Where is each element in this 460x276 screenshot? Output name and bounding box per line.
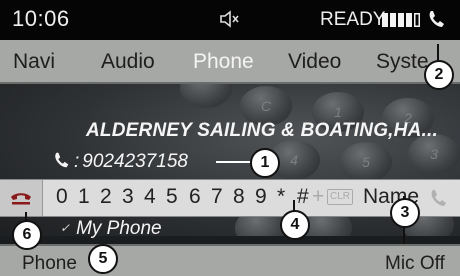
callout-leader-1	[216, 161, 250, 163]
phone-source-label: My Phone	[76, 218, 162, 239]
callout-1: 1	[250, 148, 280, 178]
callout-6: 6	[12, 220, 42, 250]
digit-key-5[interactable]: 5	[166, 185, 178, 209]
digit-key-plus[interactable]: +	[312, 185, 324, 209]
clock: 10:06	[12, 6, 70, 31]
phone-screen: 10:06 READY Navi Audio Phone Video Syste…	[0, 0, 460, 276]
digit-key-2[interactable]: 2	[100, 185, 112, 209]
contact-name: ALDERNEY SAILING & BOATING,HA...	[86, 120, 438, 141]
phone-handset-icon	[429, 11, 444, 27]
digit-key-7[interactable]: 7	[211, 185, 223, 209]
digit-key-3[interactable]: 3	[122, 185, 134, 209]
menu-item-video[interactable]: Video	[288, 50, 341, 74]
callout-2: 2	[424, 60, 454, 90]
signal-bar	[390, 13, 396, 27]
digit-key-6[interactable]: 6	[189, 185, 201, 209]
menu-item-navi[interactable]: Navi	[13, 50, 55, 74]
digit-key-0[interactable]: 0	[56, 185, 68, 209]
digit-key-1[interactable]: 1	[78, 185, 90, 209]
phone-number: 9024237158	[82, 151, 188, 172]
number-colon: :	[74, 151, 80, 172]
end-call-button[interactable]	[0, 180, 43, 216]
phone-source-item[interactable]: ✓ My Phone	[60, 218, 162, 240]
digit-key-8[interactable]: 8	[233, 185, 245, 209]
background-key: 5	[340, 142, 392, 182]
background-key	[180, 84, 232, 108]
end-call-icon	[11, 193, 31, 205]
digit-key-4[interactable]: 4	[144, 185, 156, 209]
signal-bar	[414, 13, 420, 27]
digit-key-9[interactable]: 9	[255, 185, 267, 209]
phone-number-icon	[55, 152, 69, 168]
callout-4: 4	[280, 210, 310, 240]
digit-key-star[interactable]: *	[277, 185, 285, 209]
digit-key-hash[interactable]: #	[297, 185, 309, 209]
signal-bar	[382, 13, 388, 27]
signal-bar	[398, 13, 404, 27]
mic-off-button[interactable]: Mic Off	[385, 253, 445, 275]
clear-button[interactable]: CLR	[327, 189, 354, 205]
dial-handset-icon[interactable]	[428, 187, 450, 209]
status-bar: 10:06 READY	[0, 0, 460, 40]
signal-strength	[382, 13, 420, 27]
speaker-muted-icon	[220, 10, 239, 28]
phone-menu-button[interactable]: Phone	[22, 253, 77, 275]
ready-status: READY	[320, 9, 386, 30]
bottom-bar: Phone Mic Off	[0, 244, 460, 276]
callout-3: 3	[390, 198, 420, 228]
menu-item-phone[interactable]: Phone	[193, 50, 254, 74]
phone-number-row: :9024237158	[52, 150, 188, 176]
callout-5: 5	[88, 244, 118, 274]
main-menu-bar: Navi Audio Phone Video Syste	[0, 40, 460, 84]
menu-item-system[interactable]: Syste	[376, 50, 429, 74]
menu-item-audio[interactable]: Audio	[101, 50, 155, 74]
check-icon: ✓	[60, 221, 71, 235]
signal-bar	[406, 13, 412, 27]
